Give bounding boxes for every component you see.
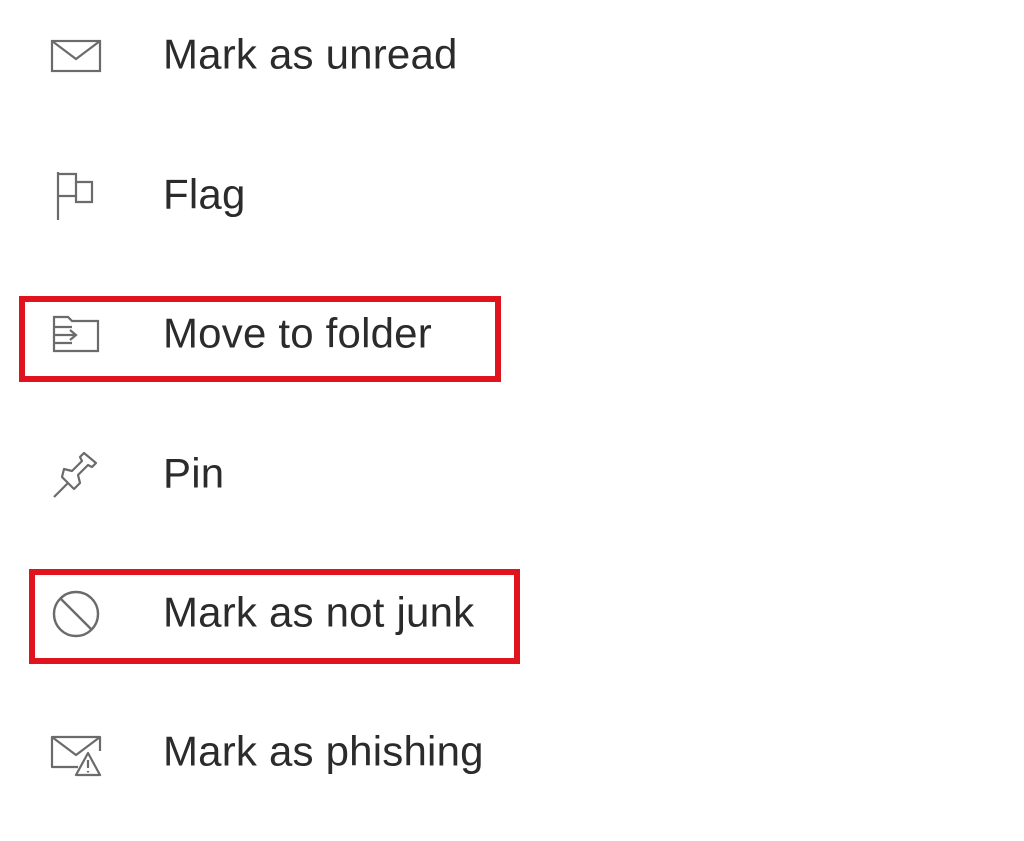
- menu-item-label: Mark as unread: [163, 30, 458, 78]
- highlight-box-mark-as-not-junk: [29, 569, 520, 664]
- highlight-box-move-to-folder: [19, 296, 501, 382]
- menu-item-mark-as-unread[interactable]: Mark as unread: [0, 6, 700, 106]
- menu-item-mark-as-phishing[interactable]: Mark as phishing: [0, 703, 700, 803]
- menu-item-flag[interactable]: Flag: [0, 146, 700, 246]
- menu-item-pin[interactable]: Pin: [0, 425, 700, 525]
- flag-icon: [50, 170, 102, 222]
- context-menu: Mark as unread Flag Move to folder Pin M…: [0, 0, 1024, 841]
- menu-item-label: Flag: [163, 170, 246, 218]
- menu-item-label: Pin: [163, 449, 225, 497]
- menu-item-label: Mark as phishing: [163, 727, 484, 775]
- pin-icon: [50, 449, 102, 501]
- phishing-envelope-icon: [50, 727, 102, 779]
- envelope-icon: [50, 30, 102, 82]
